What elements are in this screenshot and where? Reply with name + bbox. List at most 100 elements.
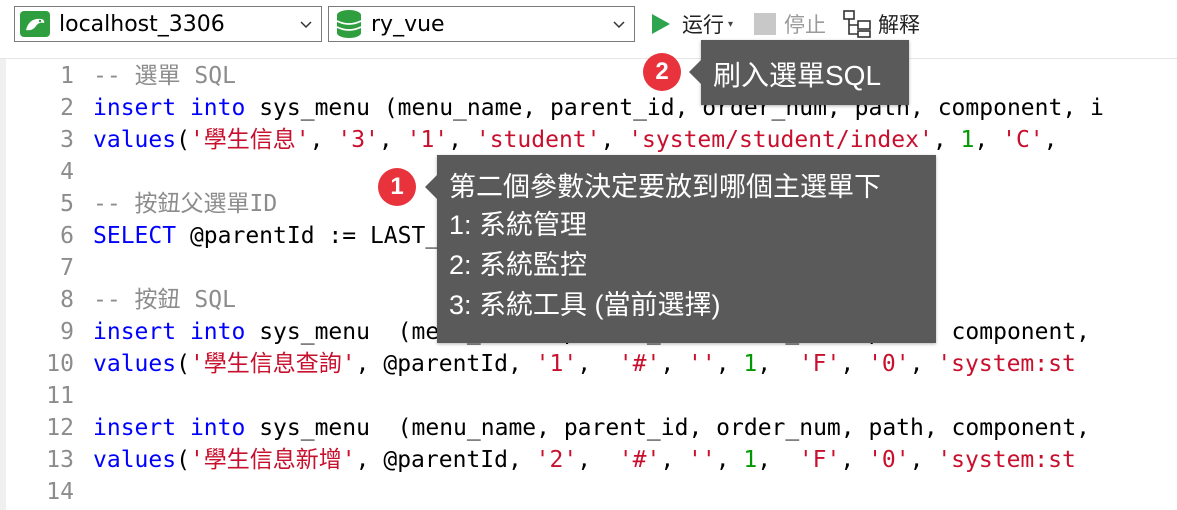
code-token: '#' xyxy=(618,351,661,377)
line-number: 10 xyxy=(46,351,74,377)
code-token: , xyxy=(600,127,629,153)
code-token: 'system:st xyxy=(937,447,1076,473)
code-token: -- 按鈕父選單ID xyxy=(93,191,278,217)
step-1-line-3: 2: 系統監控 xyxy=(449,250,588,280)
code-token: , xyxy=(378,127,407,153)
code-text: -- 選單 SQL xyxy=(93,60,236,92)
code-token: , xyxy=(974,127,1003,153)
code-token: values xyxy=(93,447,177,473)
code-line[interactable]: 1 -- 選單 SQL xyxy=(0,60,1177,92)
line-number: 12 xyxy=(46,415,74,441)
chevron-down-icon xyxy=(613,21,625,29)
run-dropdown-icon[interactable]: ▾ xyxy=(728,19,733,30)
code-token: SELECT xyxy=(93,223,177,249)
step-1-line-4: 3: 系統工具 (當前選擇) xyxy=(449,290,721,320)
code-line[interactable]: 13 values('學生信息新增', @parentId, '2', '#', … xyxy=(0,444,1177,476)
code-text: -- 按鈕 SQL xyxy=(93,284,236,316)
database-cylinder-icon xyxy=(335,9,363,39)
code-token: insert xyxy=(93,95,177,121)
code-token: 1 xyxy=(960,127,975,153)
code-token: into xyxy=(189,415,246,441)
code-line[interactable]: 14 xyxy=(0,476,1177,508)
line-number: 3 xyxy=(60,127,74,153)
line-number: 9 xyxy=(60,319,74,345)
code-token: 'student' xyxy=(475,127,601,153)
code-token: insert xyxy=(93,319,177,345)
query-toolbar: localhost_3306 ry_vue 运行 ▾ 停止 解释 xyxy=(0,0,1177,50)
line-number: 4 xyxy=(60,159,74,185)
code-text: values('學生信息查詢', @parentId, '1', '#', ''… xyxy=(93,348,1076,380)
code-text: values('學生信息新增', @parentId, '2', '#', ''… xyxy=(93,444,1076,476)
code-line[interactable]: 3 values('學生信息', '3', '1', 'student', 'sy… xyxy=(0,124,1177,156)
code-text: values('學生信息', '3', '1', 'student', 'sys… xyxy=(93,124,1058,156)
code-token: , xyxy=(660,351,689,377)
code-token: '學生信息' xyxy=(189,127,310,153)
line-number: 7 xyxy=(60,255,74,281)
run-button[interactable]: 运行 ▾ xyxy=(648,8,733,40)
code-token: , xyxy=(448,127,476,153)
code-line[interactable]: 12 insert into sys_menu (menu_name, paren… xyxy=(0,412,1177,444)
code-token: , xyxy=(660,447,689,473)
step-1-line-1: 第二個參數決定要放到哪個主選單下 xyxy=(449,172,881,202)
code-token: sys_menu (menu_name, parent_id, order_nu… xyxy=(245,415,1091,441)
explain-button[interactable]: 解释 xyxy=(842,8,920,40)
database-label: ry_vue xyxy=(371,11,445,37)
code-token: '' xyxy=(688,351,716,377)
code-token: '0' xyxy=(868,351,910,377)
code-line[interactable]: 11 xyxy=(0,380,1177,412)
code-token: , @parentId, xyxy=(355,447,536,473)
code-token: , xyxy=(840,351,869,377)
code-token: , @parentId, xyxy=(355,351,536,377)
explain-icon xyxy=(843,10,871,38)
code-line[interactable]: 10 values('學生信息查詢', @parentId, '1', '#', … xyxy=(0,348,1177,380)
step-2-badge: 2 xyxy=(643,53,681,91)
code-token: '學生信息新增' xyxy=(189,447,356,473)
stop-square-icon xyxy=(754,13,776,35)
line-number: 5 xyxy=(60,191,74,217)
code-line[interactable]: 2 insert into sys_menu (menu_name, parent… xyxy=(0,92,1177,124)
code-token: , xyxy=(577,447,619,473)
step-1-tooltip: 第二個參數決定要放到哪個主選單下 1: 系統管理 2: 系統監控 3: 系統工具… xyxy=(425,155,936,343)
tooltip-arrow xyxy=(689,60,701,84)
code-token: , xyxy=(932,127,961,153)
code-text: insert into sys_menu (menu_name, parent_… xyxy=(93,92,1104,124)
code-token: , xyxy=(757,447,799,473)
code-token: '學生信息查詢' xyxy=(189,351,356,377)
code-token: ( xyxy=(176,447,190,473)
code-token: , xyxy=(757,351,799,377)
code-token: 'F' xyxy=(798,447,841,473)
step-2-text: 刷入選單SQL xyxy=(713,60,882,91)
code-token: into xyxy=(189,95,246,121)
code-token: -- 按鈕 SQL xyxy=(93,287,236,313)
code-token: , xyxy=(1043,127,1058,153)
line-number: 14 xyxy=(46,479,74,505)
play-icon xyxy=(652,14,670,34)
code-token: insert xyxy=(93,415,177,441)
connection-select[interactable]: localhost_3306 xyxy=(14,6,322,42)
code-token: 1 xyxy=(743,351,758,377)
stop-button[interactable]: 停止 xyxy=(754,8,826,40)
code-token: '1' xyxy=(535,351,578,377)
code-token: 'C' xyxy=(1002,127,1044,153)
step-1-line-2: 1: 系統管理 xyxy=(449,210,588,240)
database-select[interactable]: ry_vue xyxy=(328,6,635,42)
line-number: 8 xyxy=(60,287,74,313)
code-token: '#' xyxy=(618,447,661,473)
code-token: , xyxy=(577,351,619,377)
code-token: , xyxy=(715,351,744,377)
code-token: 1 xyxy=(743,447,758,473)
code-token: , xyxy=(309,127,338,153)
step-1-badge: 1 xyxy=(378,168,416,206)
code-token: , xyxy=(909,351,938,377)
code-token: , xyxy=(840,447,869,473)
code-token: -- 選單 SQL xyxy=(93,63,236,89)
run-label: 运行 xyxy=(682,13,724,37)
code-text: insert into sys_menu (menu_name, parent_… xyxy=(93,412,1090,444)
code-token: 'F' xyxy=(798,351,841,377)
code-token: into xyxy=(189,319,246,345)
code-token: values xyxy=(93,127,177,153)
code-token: 'system:st xyxy=(937,351,1076,377)
